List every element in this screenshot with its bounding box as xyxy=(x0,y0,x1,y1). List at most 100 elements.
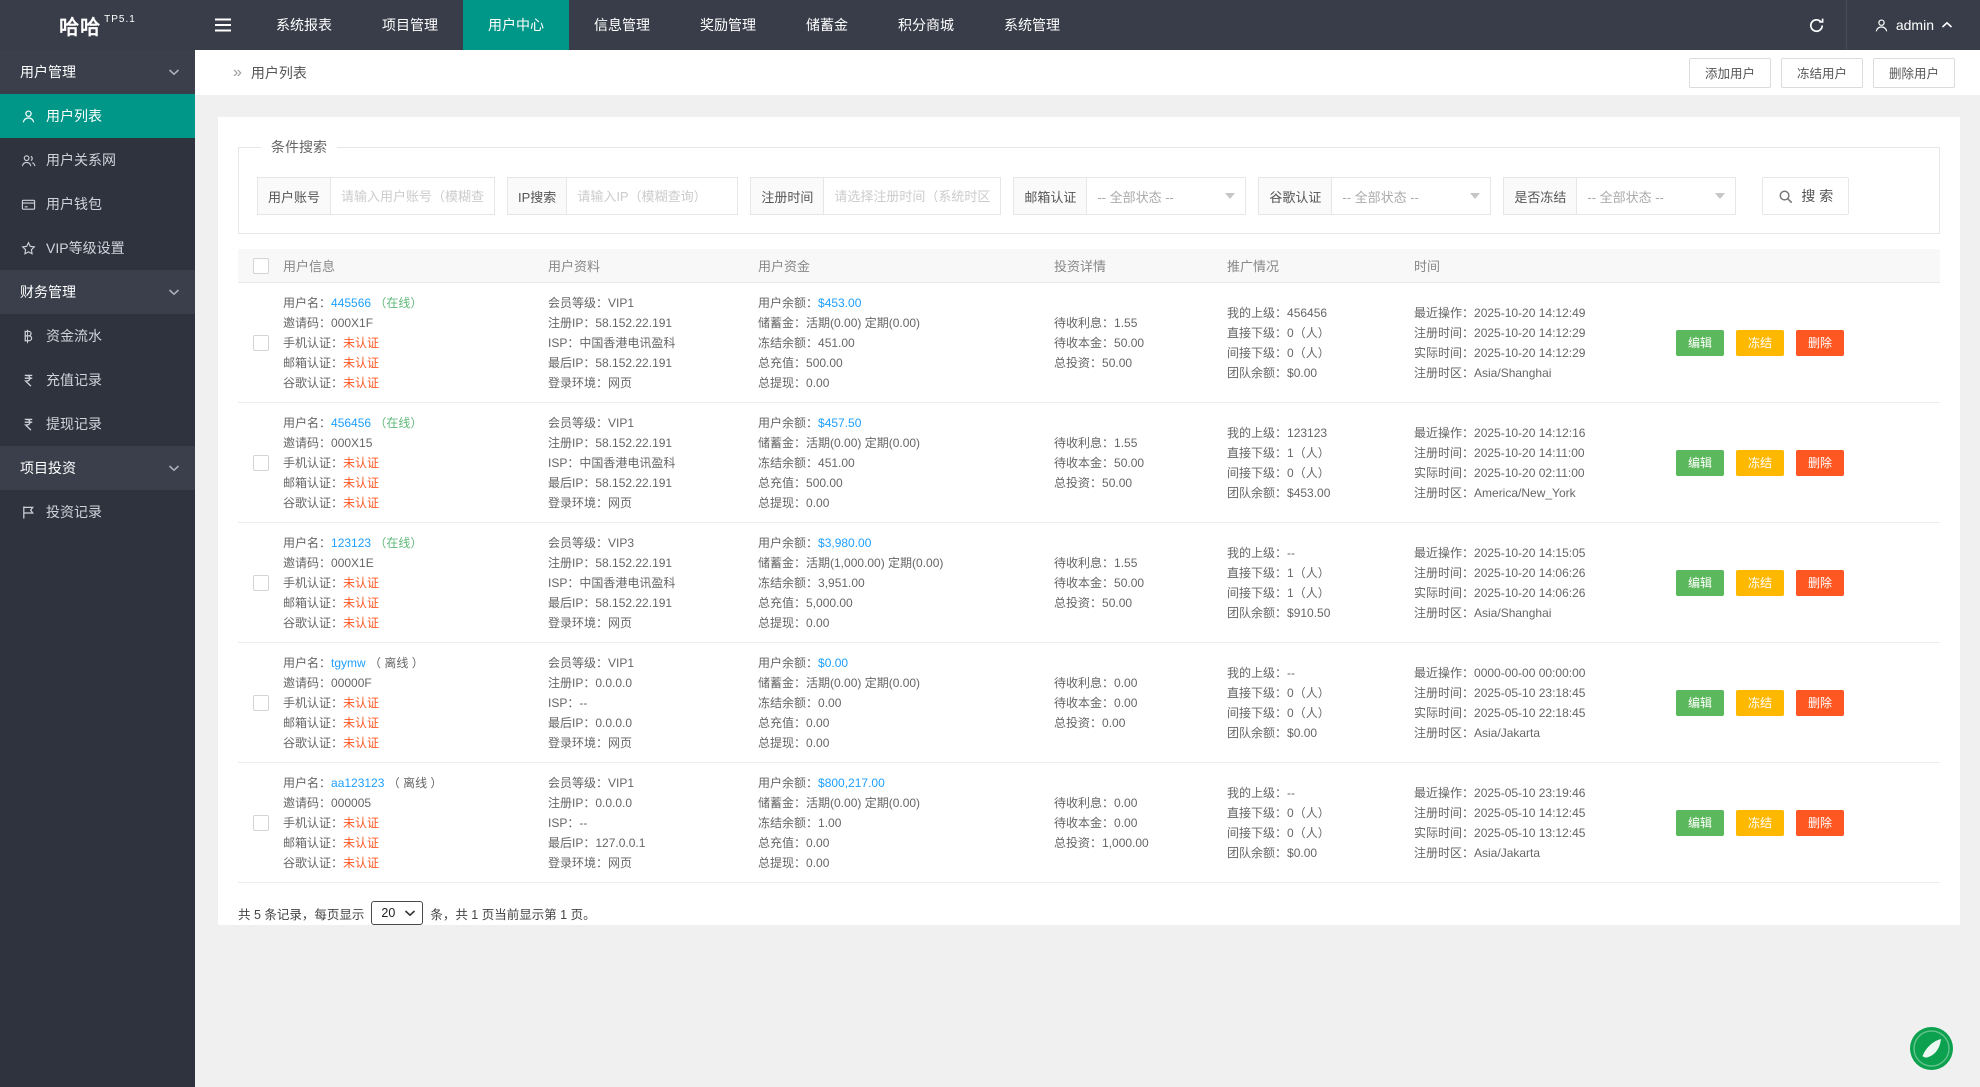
freeze-button[interactable]: 冻结 xyxy=(1736,809,1785,836)
select-all-checkbox[interactable] xyxy=(252,257,269,274)
sidebar-item-vip-level-settings[interactable]: VIP等级设置 xyxy=(0,226,195,270)
nav-item-user-center[interactable]: 用户中心 xyxy=(463,0,569,50)
cell-text: 用户名： xyxy=(283,655,332,670)
delete-button[interactable]: 删除 xyxy=(1796,809,1845,836)
nav-item-info-management[interactable]: 信息管理 xyxy=(569,0,675,50)
username-link[interactable]: 445566 xyxy=(331,296,371,310)
search-button[interactable]: 搜 索 xyxy=(1762,177,1850,215)
row-checkbox[interactable] xyxy=(252,694,269,711)
search-select-google-auth[interactable]: -- 全部状态 -- xyxy=(1331,177,1492,215)
cell-text: 待收本金： xyxy=(1054,455,1115,470)
nav-item-system-management[interactable]: 系统管理 xyxy=(979,0,1085,50)
cell-text: 2025-05-10 23:19:46 xyxy=(1474,785,1586,800)
select-value: -- 全部状态 -- xyxy=(1097,189,1174,205)
delete-button[interactable]: 删除 xyxy=(1796,329,1845,356)
edit-button[interactable]: 编辑 xyxy=(1676,329,1725,356)
cell-text: 0.00 xyxy=(806,495,830,510)
nav-item-project-management[interactable]: 项目管理 xyxy=(357,0,463,50)
sidebar-item-withdraw-records[interactable]: 提现记录 xyxy=(0,402,195,446)
nav-item-savings[interactable]: 储蓄金 xyxy=(781,0,873,50)
cell-text: VIP3 xyxy=(608,535,635,550)
delete-button[interactable]: 删除 xyxy=(1796,689,1845,716)
search-input-user-account[interactable] xyxy=(330,177,496,215)
cell-line: 注册时区：Asia/Jakarta xyxy=(1414,723,1668,743)
search-input-register-time[interactable] xyxy=(823,177,1002,215)
cell-text: 50.00 xyxy=(1114,335,1145,350)
edit-button[interactable]: 编辑 xyxy=(1676,809,1725,836)
edit-button[interactable]: 编辑 xyxy=(1676,689,1725,716)
sidebar-item-user-wallet[interactable]: 用户钱包 xyxy=(0,182,195,226)
cell-text: 2025-05-10 22:18:45 xyxy=(1474,705,1586,720)
username-link[interactable]: 456456 xyxy=(331,416,371,430)
search-input-ip-search[interactable] xyxy=(566,177,739,215)
row-checkbox[interactable] xyxy=(252,454,269,471)
cell-line: 谷歌认证：未认证 xyxy=(283,373,540,393)
nav-item-system-reports[interactable]: 系统报表 xyxy=(251,0,357,50)
nav-item-points-mall[interactable]: 积分商城 xyxy=(873,0,979,50)
cell-text: 总提现： xyxy=(758,615,807,630)
page-size-select[interactable]: 20 xyxy=(371,901,424,925)
main-content: » 用户列表 添加用户 冻结用户 删除用户 条件搜索 用户账号IP搜索注册时间邮… xyxy=(195,50,1980,1087)
freeze-user-button[interactable]: 冻结用户 xyxy=(1780,57,1863,88)
cell-text: 注册IP： xyxy=(548,435,596,450)
search-field-user-account: 用户账号 xyxy=(257,177,496,215)
row-checkbox[interactable] xyxy=(252,574,269,591)
chevron-down-icon xyxy=(168,68,180,76)
sidebar-item-investment-records[interactable]: 投资记录 xyxy=(0,490,195,534)
freeze-button[interactable]: 冻结 xyxy=(1736,689,1785,716)
cell-line: 注册IP：58.152.22.191 xyxy=(548,313,750,333)
sidebar-item-label: 提现记录 xyxy=(46,416,102,432)
cell-text: 未认证 xyxy=(343,855,380,870)
cell-text: 直接下级： xyxy=(1227,685,1288,700)
username-link[interactable]: aa123123 xyxy=(331,776,384,790)
add-user-button[interactable]: 添加用户 xyxy=(1688,57,1771,88)
cell-line: 总提现：0.00 xyxy=(758,733,1046,753)
cell-text: 中国香港电讯盈科 xyxy=(579,335,676,350)
cell-text: 网页 xyxy=(608,615,633,630)
row-checkbox[interactable] xyxy=(252,814,269,831)
delete-button[interactable]: 删除 xyxy=(1796,449,1845,476)
refresh-icon[interactable] xyxy=(1788,0,1846,50)
edit-button[interactable]: 编辑 xyxy=(1676,449,1725,476)
user-icon xyxy=(20,109,37,124)
search-select-email-auth[interactable]: -- 全部状态 -- xyxy=(1086,177,1247,215)
delete-user-button[interactable]: 删除用户 xyxy=(1872,57,1955,88)
sidebar-item-user-network[interactable]: 用户关系网 xyxy=(0,138,195,182)
username-link[interactable]: 123123 xyxy=(331,536,371,550)
cell-text: 注册时间： xyxy=(1414,685,1475,700)
cell-text: VIP1 xyxy=(608,415,635,430)
sidebar-item-fund-flow[interactable]: 资金流水 xyxy=(0,314,195,358)
edit-button[interactable]: 编辑 xyxy=(1676,569,1725,596)
freeze-button[interactable]: 冻结 xyxy=(1736,449,1785,476)
sidebar-item-recharge-records[interactable]: 充值记录 xyxy=(0,358,195,402)
sidebar-item-user-list[interactable]: 用户列表 xyxy=(0,94,195,138)
user-funds-cell: 用户余额：$457.50 储蓄金：活期(0.00) 定期(0.00) 冻结余额：45… xyxy=(758,413,1054,513)
cell-text: $3,980.00 xyxy=(818,535,872,550)
username-link[interactable]: tgymw xyxy=(331,656,366,670)
cell-text: 127.0.0.1 xyxy=(595,835,646,850)
cell-text: 0（人） xyxy=(1287,465,1330,480)
search-field-google-auth: 谷歌认证 -- 全部状态 -- xyxy=(1258,177,1492,215)
freeze-button[interactable]: 冻结 xyxy=(1736,329,1785,356)
search-select-is-frozen[interactable]: -- 全部状态 -- xyxy=(1576,177,1737,215)
invest-detail-cell: 待收利息：1.55 待收本金：50.00 总投资：50.00 xyxy=(1054,313,1227,373)
cell-text: 会员等级： xyxy=(548,295,609,310)
cell-text: $457.50 xyxy=(818,415,862,430)
sidebar-section-project-investment[interactable]: 项目投资 xyxy=(0,446,195,490)
sidebar-section-finance-management[interactable]: 财务管理 xyxy=(0,270,195,314)
hamburger-icon[interactable] xyxy=(195,0,251,50)
freeze-button[interactable]: 冻结 xyxy=(1736,569,1785,596)
nav-item-reward-management[interactable]: 奖励管理 xyxy=(675,0,781,50)
pagination: 共 5 条记录，每页显示 20 条，共 1 页当前显示第 1 页。 xyxy=(238,901,1940,925)
cell-line: 登录环境：网页 xyxy=(548,493,750,513)
cell-text: 会员等级： xyxy=(548,775,609,790)
cell-text: 谷歌认证： xyxy=(283,495,344,510)
cell-text: 注册IP： xyxy=(548,555,596,570)
row-checkbox[interactable] xyxy=(252,334,269,351)
sidebar-section-user-management[interactable]: 用户管理 xyxy=(0,50,195,94)
float-action-button[interactable] xyxy=(1909,1026,1954,1071)
cell-text: 网页 xyxy=(608,855,633,870)
cell-line: 登录环境：网页 xyxy=(548,613,750,633)
delete-button[interactable]: 删除 xyxy=(1796,569,1845,596)
user-menu[interactable]: admin xyxy=(1845,0,1980,50)
